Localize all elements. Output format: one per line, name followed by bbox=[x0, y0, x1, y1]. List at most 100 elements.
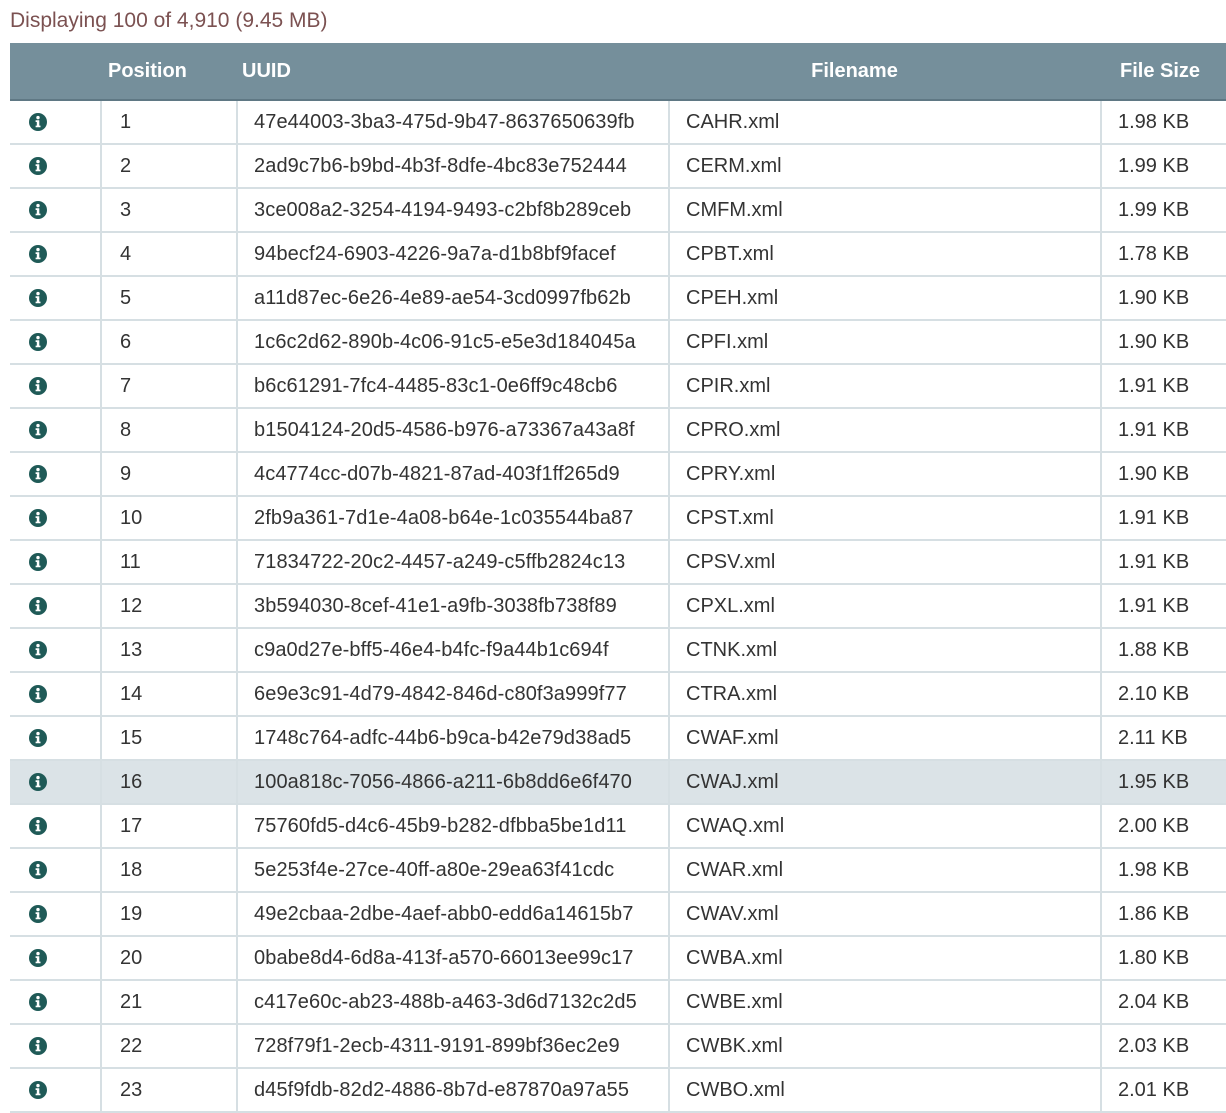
table-row[interactable]: 3 3ce008a2-3254-4194-9493-c2bf8b289ceb CMF… bbox=[10, 188, 1226, 233]
info-circle-icon[interactable] bbox=[28, 244, 48, 264]
info-circle-icon[interactable] bbox=[28, 860, 48, 880]
row-filename: CPBT.xml bbox=[669, 232, 1102, 277]
table-row[interactable]: 14 6e9e3c91-4d79-4842-846d-c80f3a999f77 CT… bbox=[10, 672, 1226, 717]
info-circle-icon[interactable] bbox=[28, 288, 48, 308]
header-position[interactable]: Position bbox=[101, 43, 237, 101]
info-circle-icon[interactable] bbox=[28, 684, 48, 704]
table-row[interactable]: 10 2fb9a361-7d1e-4a08-b64e-1c035544ba87 CP… bbox=[10, 496, 1226, 541]
table-row[interactable]: 2 2ad9c7b6-b9bd-4b3f-8dfe-4bc83e752444 CER… bbox=[10, 144, 1226, 189]
header-info bbox=[10, 43, 101, 101]
table-row[interactable]: 23 d45f9fdb-82d2-4886-8b7d-e87870a97a55 CW… bbox=[10, 1068, 1226, 1113]
row-file-size: 1.91 KB bbox=[1101, 408, 1226, 453]
row-file-size: 2.03 KB bbox=[1101, 1024, 1226, 1069]
table-header: Position UUID Filename File Size bbox=[10, 43, 1226, 101]
table-row[interactable]: 15 1748c764-adfc-44b6-b9ca-b42e79d38ad5 CW… bbox=[10, 716, 1226, 761]
row-filename: CTNK.xml bbox=[669, 628, 1102, 673]
table-row[interactable]: 6 1c6c2d62-890b-4c06-91c5-e5e3d184045a CPF… bbox=[10, 320, 1226, 365]
row-uuid: 1c6c2d62-890b-4c06-91c5-e5e3d184045a bbox=[237, 320, 670, 365]
table-row[interactable]: 18 5e253f4e-27ce-40ff-a80e-29ea63f41cdc CW… bbox=[10, 848, 1226, 893]
row-uuid: d45f9fdb-82d2-4886-8b7d-e87870a97a55 bbox=[237, 1068, 670, 1113]
table-row[interactable]: 17 75760fd5-d4c6-45b9-b282-dfbba5be1d11 CW… bbox=[10, 804, 1226, 849]
row-info-cell bbox=[10, 496, 102, 541]
info-circle-icon[interactable] bbox=[28, 420, 48, 440]
info-circle-icon[interactable] bbox=[28, 508, 48, 528]
header-uuid[interactable]: UUID bbox=[237, 43, 669, 101]
table-row[interactable]: 4 94becf24-6903-4226-9a7a-d1b8bf9facef CPB… bbox=[10, 232, 1226, 277]
row-position: 2 bbox=[101, 144, 238, 189]
row-uuid: a11d87ec-6e26-4e89-ae54-3cd0997fb62b bbox=[237, 276, 670, 321]
header-filename[interactable]: Filename bbox=[669, 43, 1101, 101]
table-row[interactable]: 12 3b594030-8cef-41e1-a9fb-3038fb738f89 CP… bbox=[10, 584, 1226, 629]
row-filename: CPEH.xml bbox=[669, 276, 1102, 321]
info-circle-icon[interactable] bbox=[28, 464, 48, 484]
row-uuid: 4c4774cc-d07b-4821-87ad-403f1ff265d9 bbox=[237, 452, 670, 497]
row-file-size: 1.99 KB bbox=[1101, 144, 1226, 189]
row-file-size: 1.98 KB bbox=[1101, 848, 1226, 893]
row-filename: CPXL.xml bbox=[669, 584, 1102, 629]
row-filename: CPFI.xml bbox=[669, 320, 1102, 365]
row-info-cell bbox=[10, 716, 102, 761]
info-circle-icon[interactable] bbox=[28, 772, 48, 792]
row-uuid: 94becf24-6903-4226-9a7a-d1b8bf9facef bbox=[237, 232, 670, 277]
table-row[interactable]: 21 c417e60c-ab23-488b-a463-3d6d7132c2d5 CW… bbox=[10, 980, 1226, 1025]
row-position: 16 bbox=[101, 760, 238, 805]
header-file-size[interactable]: File Size bbox=[1101, 43, 1226, 101]
row-filename: CWBO.xml bbox=[669, 1068, 1102, 1113]
info-circle-icon[interactable] bbox=[28, 376, 48, 396]
info-circle-icon[interactable] bbox=[28, 1036, 48, 1056]
table-row[interactable]: 19 49e2cbaa-2dbe-4aef-abb0-edd6a14615b7 CW… bbox=[10, 892, 1226, 937]
table-row[interactable]: 5 a11d87ec-6e26-4e89-ae54-3cd0997fb62b CPE… bbox=[10, 276, 1226, 321]
table-row[interactable]: 7 b6c61291-7fc4-4485-83c1-0e6ff9c48cb6 CPI… bbox=[10, 364, 1226, 409]
row-position: 4 bbox=[101, 232, 238, 277]
row-filename: CAHR.xml bbox=[669, 100, 1102, 145]
row-info-cell bbox=[10, 804, 102, 849]
info-circle-icon[interactable] bbox=[28, 596, 48, 616]
header-file-size-label: File Size bbox=[1119, 59, 1201, 82]
row-file-size: 1.90 KB bbox=[1101, 276, 1226, 321]
info-circle-icon[interactable] bbox=[28, 156, 48, 176]
table-row[interactable]: 20 0babe8d4-6d8a-413f-a570-66013ee99c17 CW… bbox=[10, 936, 1226, 981]
info-circle-icon[interactable] bbox=[28, 992, 48, 1012]
row-position: 7 bbox=[101, 364, 238, 409]
table-row[interactable]: 22 728f79f1-2ecb-4311-9191-899bf36ec2e9 CW… bbox=[10, 1024, 1226, 1069]
table-row[interactable]: 9 4c4774cc-d07b-4821-87ad-403f1ff265d9 CPR… bbox=[10, 452, 1226, 497]
table-row[interactable]: 1 47e44003-3ba3-475d-9b47-8637650639fb CAH… bbox=[10, 100, 1226, 145]
table-row[interactable]: 16 100a818c-7056-4866-a211-6b8dd6e6f470 CW… bbox=[10, 760, 1226, 805]
row-filename: CWBE.xml bbox=[669, 980, 1102, 1025]
table-row[interactable]: 8 b1504124-20d5-4586-b976-a73367a43a8f CPR… bbox=[10, 408, 1226, 453]
row-info-cell bbox=[10, 892, 102, 937]
info-circle-icon[interactable] bbox=[28, 1080, 48, 1100]
row-filename: CPIR.xml bbox=[669, 364, 1102, 409]
row-file-size: 1.90 KB bbox=[1101, 452, 1226, 497]
info-circle-icon[interactable] bbox=[28, 640, 48, 660]
row-filename: CWAV.xml bbox=[669, 892, 1102, 937]
info-circle-icon[interactable] bbox=[28, 904, 48, 924]
row-filename: CPSV.xml bbox=[669, 540, 1102, 585]
row-uuid: 1748c764-adfc-44b6-b9ca-b42e79d38ad5 bbox=[237, 716, 670, 761]
row-uuid: 47e44003-3ba3-475d-9b47-8637650639fb bbox=[237, 100, 670, 145]
row-uuid: b6c61291-7fc4-4485-83c1-0e6ff9c48cb6 bbox=[237, 364, 670, 409]
info-circle-icon[interactable] bbox=[28, 816, 48, 836]
info-circle-icon[interactable] bbox=[28, 552, 48, 572]
row-position: 12 bbox=[101, 584, 238, 629]
row-filename: CPRY.xml bbox=[669, 452, 1102, 497]
row-position: 20 bbox=[101, 936, 238, 981]
row-uuid: 75760fd5-d4c6-45b9-b282-dfbba5be1d11 bbox=[237, 804, 670, 849]
row-info-cell bbox=[10, 100, 102, 145]
row-file-size: 2.00 KB bbox=[1101, 804, 1226, 849]
info-circle-icon[interactable] bbox=[28, 948, 48, 968]
row-uuid: 3b594030-8cef-41e1-a9fb-3038fb738f89 bbox=[237, 584, 670, 629]
info-circle-icon[interactable] bbox=[28, 200, 48, 220]
row-info-cell bbox=[10, 452, 102, 497]
results-summary: Displaying 100 of 4,910 (9.45 MB) bbox=[10, 9, 328, 32]
row-file-size: 2.04 KB bbox=[1101, 980, 1226, 1025]
info-circle-icon[interactable] bbox=[28, 332, 48, 352]
info-circle-icon[interactable] bbox=[28, 112, 48, 132]
row-uuid: 100a818c-7056-4866-a211-6b8dd6e6f470 bbox=[237, 760, 670, 805]
table-row[interactable]: 11 71834722-20c2-4457-a249-c5ffb2824c13 CP… bbox=[10, 540, 1226, 585]
table-row[interactable]: 13 c9a0d27e-bff5-46e4-b4fc-f9a44b1c694f CT… bbox=[10, 628, 1226, 673]
row-info-cell bbox=[10, 584, 102, 629]
row-position: 17 bbox=[101, 804, 238, 849]
row-uuid: 49e2cbaa-2dbe-4aef-abb0-edd6a14615b7 bbox=[237, 892, 670, 937]
info-circle-icon[interactable] bbox=[28, 728, 48, 748]
